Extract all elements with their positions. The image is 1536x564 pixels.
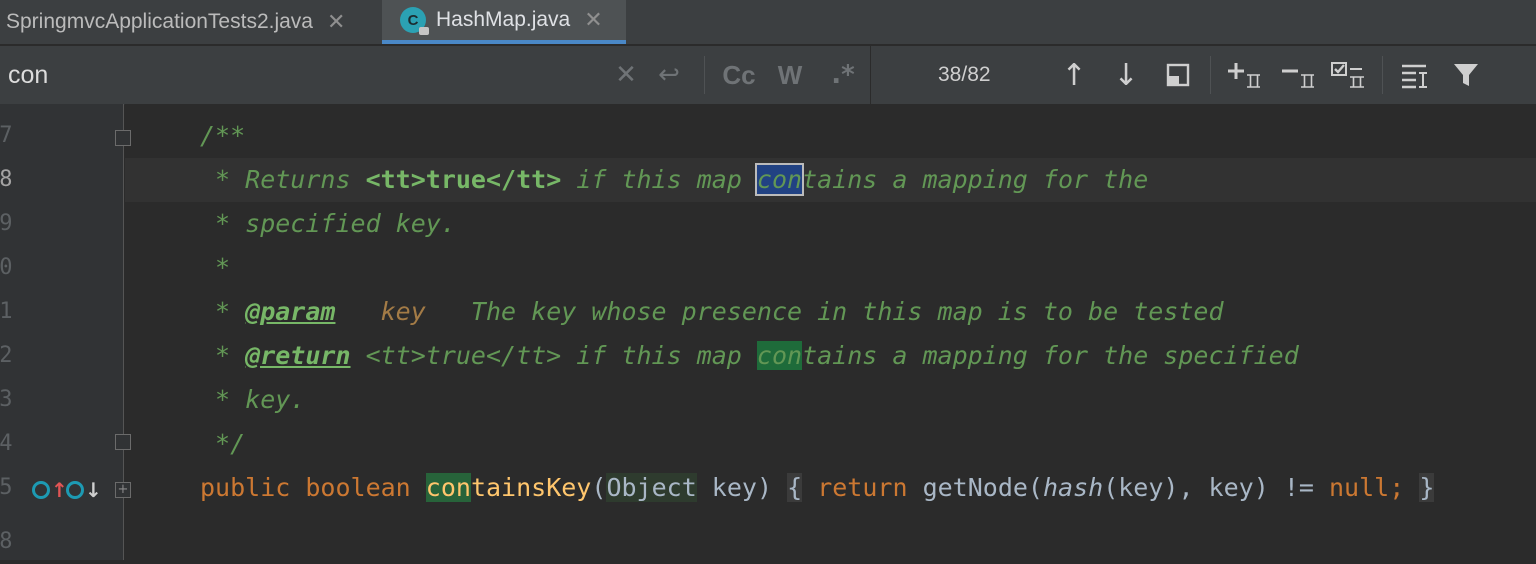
open-in-window-icon[interactable] [1162, 54, 1194, 96]
expand-fold-icon[interactable]: + [115, 482, 131, 498]
find-options-icon[interactable] [1398, 54, 1432, 96]
code-line: * [200, 253, 231, 282]
next-occurrence-icon[interactable]: ↓ [1110, 54, 1142, 96]
close-tab-icon[interactable]: ✕ [327, 9, 345, 35]
search-match: con [756, 341, 803, 370]
tab-label: HashMap.java [436, 8, 571, 31]
line-number: 98 [0, 529, 13, 554]
tab-springmvc-application-tests2[interactable]: SpringmvcApplicationTests2.java ✕ [0, 0, 382, 44]
line-number: 44 [0, 431, 13, 456]
search-match: con [425, 473, 471, 502]
java-class-letter: C [407, 11, 419, 29]
override-down-icon[interactable]: ↓ [66, 476, 102, 504]
line-number: 37 [0, 123, 13, 148]
regex-button[interactable]: .* [826, 54, 860, 96]
match-case-button[interactable]: Cc [718, 54, 760, 96]
tab-hashmap[interactable]: C HashMap.java ✕ [382, 0, 626, 44]
line-number: 41 [0, 299, 13, 324]
line-number: 45 [0, 475, 13, 500]
code-line: public boolean containsKey(Object key) {… [200, 473, 1435, 502]
line-number: 43 [0, 387, 13, 412]
fold-marker-icon[interactable] [115, 130, 131, 146]
editor-tab-bar: SpringmvcApplicationTests2.java ✕ C Hash… [0, 0, 1536, 44]
lock-icon [419, 27, 429, 35]
line-number: 42 [0, 343, 13, 368]
code-line: /** [200, 121, 246, 150]
divider [870, 46, 871, 104]
previous-occurrence-icon[interactable]: ↑ [1058, 54, 1090, 96]
select-all-occurrences-icon[interactable] [1330, 54, 1368, 96]
match-count: 38/82 [938, 63, 991, 86]
filter-icon[interactable] [1450, 54, 1482, 96]
fold-marker-icon[interactable] [115, 434, 131, 450]
tab-label: SpringmvcApplicationTests2.java [6, 10, 313, 33]
divider [1210, 56, 1211, 94]
code-line: * @param key The key whose presence in t… [200, 297, 1224, 326]
search-input[interactable] [0, 46, 700, 104]
line-number: 39 [0, 211, 13, 236]
divider [1382, 56, 1383, 94]
code-line: * Returns <tt>true</tt> if this map cont… [200, 163, 1149, 196]
whole-words-button[interactable]: W [772, 54, 808, 96]
line-number: 40 [0, 255, 13, 280]
java-class-icon: C [400, 7, 429, 35]
overridden-method-icon [66, 481, 84, 499]
override-up-icon[interactable]: ↑ [32, 476, 68, 504]
code-line: * @return <tt>true</tt> if this map cont… [200, 341, 1299, 370]
overrides-method-icon [32, 481, 50, 499]
line-number: 38 [0, 167, 13, 192]
add-occurrence-icon[interactable] [1226, 54, 1262, 96]
code-line: */ [200, 429, 246, 458]
find-bar: ✕ ↩ Cc W .* 38/82 ↑ ↓ [0, 46, 1536, 105]
new-line-icon[interactable]: ↩ [652, 54, 686, 96]
remove-occurrence-icon[interactable] [1280, 54, 1316, 96]
selected-search-match: con [754, 163, 805, 196]
close-tab-icon[interactable]: ✕ [584, 7, 602, 33]
clear-search-icon[interactable]: ✕ [612, 54, 640, 96]
code-line: * specified key. [200, 209, 456, 238]
code-line: * key. [200, 385, 306, 414]
divider [704, 56, 705, 94]
